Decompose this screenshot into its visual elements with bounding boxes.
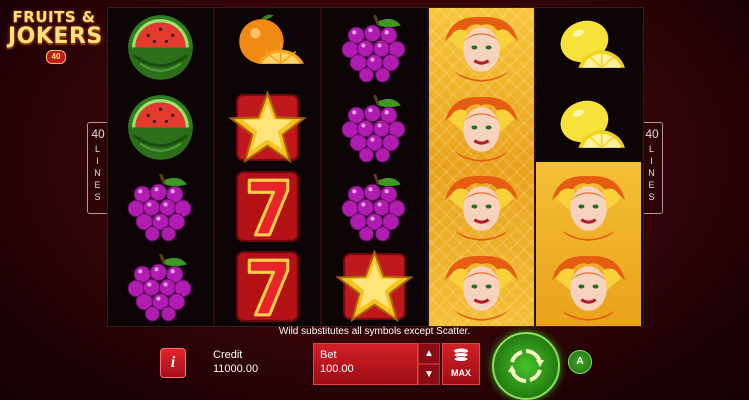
lines-word: LINES	[94, 144, 102, 202]
game-logo: FRUITS & JOKERS 40	[8, 6, 103, 64]
joker-icon	[536, 247, 641, 326]
lines-indicator-left: 40 LINES	[87, 122, 109, 214]
star-icon	[215, 88, 320, 167]
joker-icon	[429, 8, 534, 87]
reel-divider	[534, 8, 536, 326]
autoplay-button[interactable]: A	[568, 350, 592, 374]
reels-area[interactable]	[107, 7, 644, 327]
joker-icon	[429, 247, 534, 326]
logo-badge: 40	[46, 50, 66, 64]
reel-divider	[427, 8, 429, 326]
coins-icon	[453, 348, 469, 362]
credit-label: Credit	[213, 349, 243, 361]
max-label: MAX	[451, 368, 471, 378]
reel-1	[108, 8, 213, 326]
spin-button[interactable]	[492, 332, 560, 400]
lemon-icon	[536, 8, 641, 87]
lines-count: 40	[645, 127, 659, 141]
joker-icon	[429, 167, 534, 246]
grapes-icon	[322, 167, 427, 246]
lemon-icon	[536, 88, 641, 167]
joker-icon	[536, 167, 641, 246]
lines-count: 40	[91, 127, 105, 141]
seven-icon	[215, 247, 320, 326]
reel-5	[536, 8, 641, 326]
bet-label: Bet	[320, 349, 337, 361]
reel-4	[429, 8, 534, 326]
bet-value: 100.00	[320, 363, 354, 375]
reel-divider	[320, 8, 322, 326]
lines-word: LINES	[648, 144, 656, 202]
credit-value: 11000.00	[213, 363, 259, 375]
joker-icon	[429, 88, 534, 167]
watermelon-icon	[108, 88, 213, 167]
reel-divider	[213, 8, 215, 326]
spin-arrows-icon	[508, 349, 544, 383]
lines-indicator-right: 40 LINES	[641, 122, 663, 214]
grapes-icon	[108, 247, 213, 326]
orange-icon	[215, 8, 320, 87]
grapes-icon	[322, 8, 427, 87]
bet-decrease-button[interactable]: ▼	[418, 364, 440, 385]
logo-line-2: JOKERS	[8, 24, 103, 49]
reel-3	[322, 8, 427, 326]
reel-2	[215, 8, 320, 326]
grapes-icon	[322, 88, 427, 167]
watermelon-icon	[108, 8, 213, 87]
grapes-icon	[108, 167, 213, 246]
seven-icon	[215, 167, 320, 246]
max-bet-button[interactable]: MAX	[442, 343, 480, 385]
bet-increase-button[interactable]: ▲	[418, 343, 440, 364]
info-text: Wild substitutes all symbols except Scat…	[278, 326, 471, 337]
info-button[interactable]: i	[160, 348, 186, 378]
star-icon	[322, 247, 427, 326]
